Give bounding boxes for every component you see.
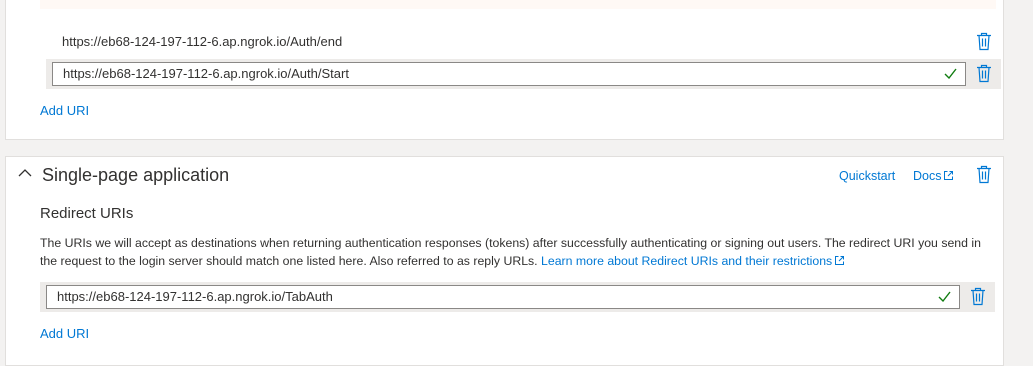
quickstart-link[interactable]: Quickstart bbox=[839, 169, 895, 183]
redirect-uri-input[interactable]: https://eb68-124-197-112-6.ap.ngrok.io/A… bbox=[52, 62, 966, 86]
redirect-uri-input[interactable]: https://eb68-124-197-112-6.ap.ngrok.io/T… bbox=[46, 285, 960, 309]
external-link-icon bbox=[944, 171, 954, 180]
chevron-up-icon[interactable] bbox=[18, 166, 32, 180]
delete-icon[interactable] bbox=[976, 64, 992, 83]
delete-icon[interactable] bbox=[976, 32, 992, 51]
add-uri-link[interactable]: Add URI bbox=[40, 326, 89, 341]
redirect-uri-value[interactable]: https://eb68-124-197-112-6.ap.ngrok.io/A… bbox=[62, 34, 342, 49]
delete-icon[interactable] bbox=[976, 165, 992, 184]
web-platform-card: https://eb68-124-197-112-6.ap.ngrok.io/A… bbox=[5, 0, 1004, 140]
redirect-uri-row: https://eb68-124-197-112-6.ap.ngrok.io/A… bbox=[46, 59, 1001, 89]
spa-platform-card: Single-page application Quickstart Docs … bbox=[5, 156, 1004, 366]
learn-more-link[interactable]: Learn more about Redirect URIs and their… bbox=[541, 254, 845, 268]
docs-link[interactable]: Docs bbox=[913, 169, 954, 183]
external-link-icon bbox=[835, 256, 845, 265]
spa-header: Single-page application Quickstart Docs bbox=[6, 157, 1003, 195]
warning-banner bbox=[40, 0, 996, 9]
docs-link-label: Docs bbox=[913, 169, 942, 183]
redirect-uris-heading: Redirect URIs bbox=[40, 205, 134, 222]
add-uri-link[interactable]: Add URI bbox=[40, 103, 89, 118]
redirect-uris-description: The URIs we will accept as destinations … bbox=[40, 234, 990, 270]
redirect-uri-row: https://eb68-124-197-112-6.ap.ngrok.io/T… bbox=[40, 282, 995, 312]
valid-check-icon bbox=[938, 291, 951, 302]
redirect-uri-row: https://eb68-124-197-112-6.ap.ngrok.io/A… bbox=[46, 27, 1001, 57]
learn-more-label: Learn more about Redirect URIs and their… bbox=[541, 254, 833, 268]
delete-icon[interactable] bbox=[970, 287, 986, 306]
section-title: Single-page application bbox=[42, 165, 230, 185]
valid-check-icon bbox=[944, 68, 957, 79]
